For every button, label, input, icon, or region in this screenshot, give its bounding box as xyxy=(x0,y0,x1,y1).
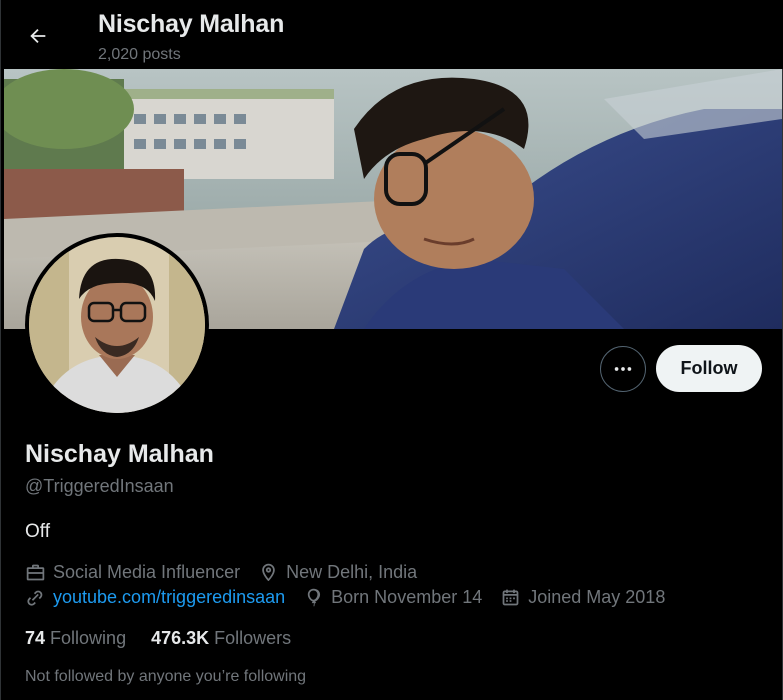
link-icon xyxy=(27,590,43,606)
website-link[interactable]: youtube.com/triggeredinsaan xyxy=(53,587,285,608)
follow-stats: 74 Following 476.3K Followers xyxy=(25,628,316,649)
category-item: Social Media Influencer xyxy=(25,562,240,583)
location-pin-icon xyxy=(262,563,275,582)
follow-button[interactable]: Follow xyxy=(656,345,762,392)
birthday-text: Born November 14 xyxy=(331,587,483,607)
followers-label: Followers xyxy=(214,628,292,648)
social-context-text: Not followed by anyone you’re following xyxy=(25,668,307,685)
user-handle: @TriggeredInsaan xyxy=(25,476,174,496)
followers-count: 476.3K xyxy=(151,628,210,648)
location-text: New Delhi, India xyxy=(286,562,418,582)
back-button[interactable] xyxy=(19,17,57,55)
display-name: Nischay Malhan xyxy=(25,440,214,468)
following-label: Following xyxy=(50,628,127,648)
birthday-item: Born November 14 xyxy=(303,587,482,608)
ellipsis-icon xyxy=(614,367,632,371)
more-options-button[interactable] xyxy=(600,346,646,392)
bio: Off xyxy=(25,521,50,542)
balloon-icon xyxy=(307,588,321,607)
location-item: New Delhi, India xyxy=(258,562,417,583)
profile-meta-row: Social Media Influencer New Delhi, India xyxy=(25,562,435,583)
profile-header-bar: Nischay Malhan 2,020 posts xyxy=(1,0,783,69)
arrow-left-icon xyxy=(30,28,46,44)
joined-item: Joined May 2018 xyxy=(500,587,665,608)
profile-avatar[interactable] xyxy=(25,233,209,417)
header-title: Nischay Malhan xyxy=(98,10,285,38)
category-text: Social Media Influencer xyxy=(53,562,241,582)
briefcase-icon xyxy=(26,564,45,581)
website-item[interactable]: youtube.com/triggeredinsaan xyxy=(25,587,285,608)
joined-text: Joined May 2018 xyxy=(528,587,666,607)
avatar-image xyxy=(29,237,205,413)
following-link[interactable]: 74 Following xyxy=(25,628,126,649)
calendar-icon xyxy=(502,589,519,606)
following-count: 74 xyxy=(25,628,46,648)
profile-meta-row-2: youtube.com/triggeredinsaan Born Novembe… xyxy=(25,587,683,608)
profile-page: Nischay Malhan 2,020 posts Follow Nischa… xyxy=(0,0,783,700)
followers-link[interactable]: 476.3K Followers xyxy=(151,628,291,649)
posts-count: 2,020 posts xyxy=(98,46,181,63)
